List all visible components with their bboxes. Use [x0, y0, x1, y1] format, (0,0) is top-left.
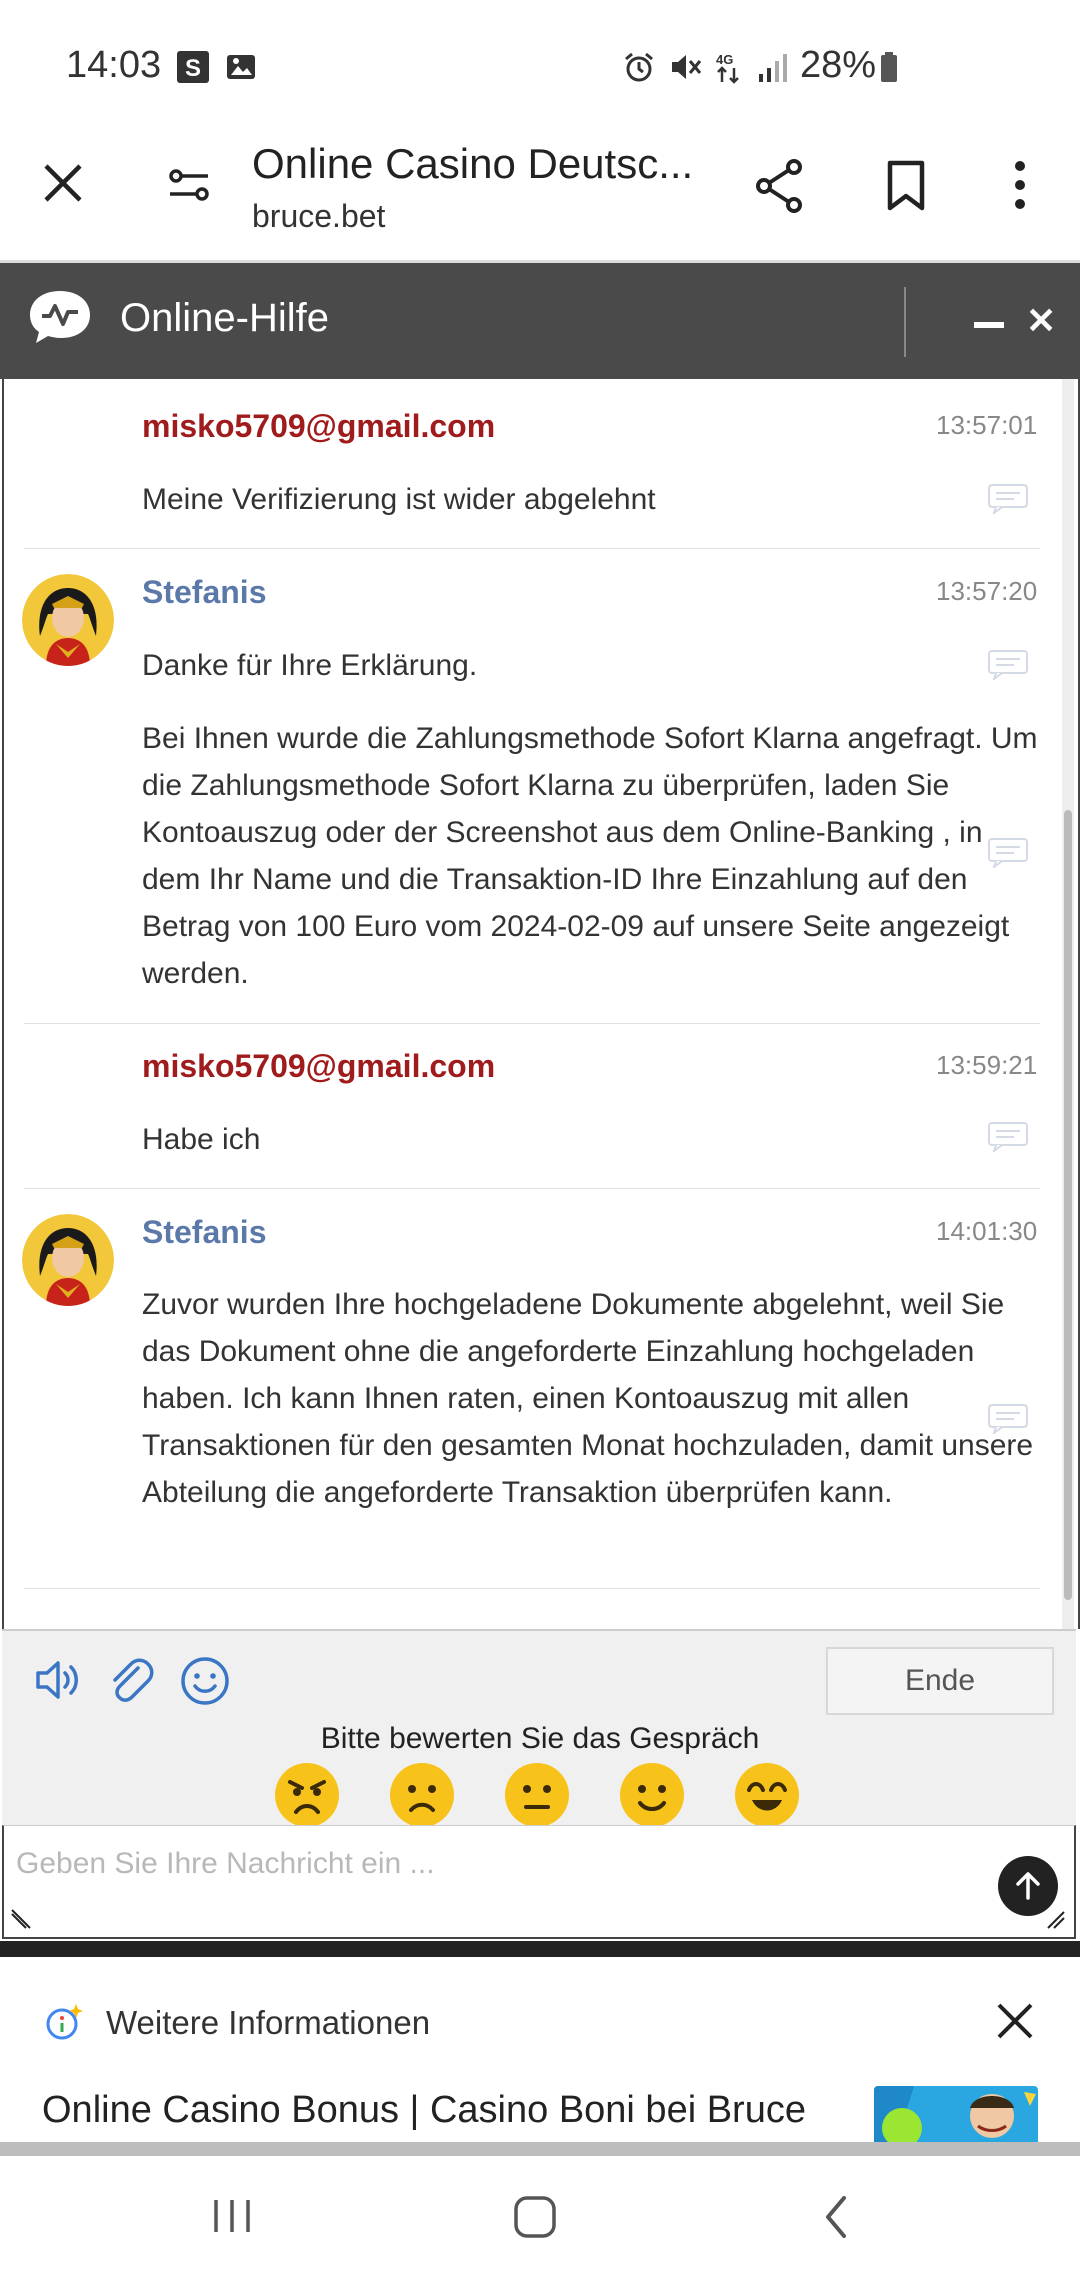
end-chat-button[interactable]: Ende [826, 1647, 1054, 1715]
message-divider [24, 548, 1040, 549]
battery-level: 28% [800, 44, 877, 86]
chat-title: Online-Hilfe [120, 296, 329, 340]
message-time: 13:57:20 [936, 576, 1038, 606]
chat-bubble-icon [988, 484, 1028, 514]
mute-icon [672, 55, 702, 79]
message-text: Meine Verifizierung ist wider abgelehnt [142, 483, 656, 516]
arrow-up-icon [1016, 1872, 1040, 1900]
svg-text:4G: 4G [716, 52, 733, 67]
recent-apps-icon[interactable] [210, 2196, 254, 2236]
resize-handle-icon[interactable] [10, 1908, 32, 1930]
close-icon[interactable] [990, 1996, 1040, 2046]
status-bar [0, 0, 1080, 130]
header-divider [904, 287, 906, 357]
message-time: 13:57:01 [936, 410, 1038, 440]
result-thumbnail[interactable] [874, 2086, 1038, 2150]
message-time: 14:01:30 [936, 1216, 1038, 1246]
close-icon[interactable] [40, 160, 86, 206]
message-text: Danke für Ihre Erklärung. [142, 649, 478, 682]
chat-bubble-icon [988, 1122, 1028, 1152]
share-icon[interactable] [754, 158, 806, 214]
info-sparkle-icon [46, 2004, 83, 2040]
message-text: Zuvor wurden Ihre hochgeladene Dokumente… [142, 1288, 1034, 1509]
back-icon[interactable] [820, 2194, 852, 2240]
page-title: Online Casino Deutsc... [252, 140, 694, 187]
alarm-icon [625, 52, 653, 82]
message-sender: misko5709@gmail.com [142, 1048, 496, 1084]
rating-neutral-emoji[interactable] [504, 1762, 570, 1828]
message-text: Bei Ihnen wurde die Zahlungsmethode Sofo… [142, 722, 1038, 990]
panel-scrim [0, 2142, 1080, 2156]
message-sender: misko5709@gmail.com [142, 408, 496, 444]
message-divider [24, 1188, 1040, 1189]
message-divider [24, 1588, 1040, 1589]
message-divider [24, 1023, 1040, 1024]
chat-scrollbar-thumb[interactable] [1064, 810, 1072, 1600]
rating-prompt: Bitte bewerten Sie das Gespräch [320, 1722, 760, 1755]
site-settings-icon[interactable] [166, 162, 212, 208]
result-title[interactable]: Online Casino Bonus | Casino Boni bei Br… [42, 2086, 822, 2150]
message-input[interactable] [14, 1838, 978, 1890]
4g-icon: 4G [716, 52, 739, 84]
home-icon[interactable] [512, 2194, 558, 2240]
rating-sad-emoji[interactable] [389, 1762, 455, 1828]
message-time: 13:59:21 [936, 1050, 1038, 1080]
page-url[interactable]: bruce.bet [252, 198, 385, 235]
svg-text:S: S [185, 55, 201, 82]
sound-icon[interactable] [34, 1656, 86, 1704]
signal-icon [759, 54, 787, 82]
chat-logo-icon [30, 291, 90, 343]
chat-bubble-icon [988, 1404, 1028, 1434]
minimize-button[interactable] [974, 322, 1004, 328]
message-text: Habe ich [142, 1123, 261, 1156]
background-page-strip [0, 1941, 1080, 1957]
s-app-icon: S [177, 51, 209, 83]
agent-avatar [22, 1214, 114, 1306]
chat-bubble-icon [988, 838, 1028, 868]
battery-icon [881, 52, 897, 82]
emoji-picker-icon[interactable] [180, 1656, 230, 1706]
rating-love-emoji[interactable] [734, 1762, 800, 1828]
status-time: 14:03 [66, 44, 162, 86]
image-icon [227, 55, 255, 79]
more-icon[interactable] [1008, 160, 1032, 210]
info-panel-title: Weitere Informationen [106, 2004, 431, 2041]
attachment-icon[interactable] [108, 1656, 154, 1704]
rating-angry-emoji[interactable] [274, 1762, 340, 1828]
close-chat-button[interactable]: ✕ [1026, 300, 1056, 342]
rating-happy-emoji[interactable] [619, 1762, 685, 1828]
resize-handle-icon[interactable] [1046, 1910, 1066, 1930]
message-sender: Stefanis [142, 574, 267, 610]
agent-avatar [22, 574, 114, 666]
bookmark-icon[interactable] [886, 160, 926, 212]
chat-bubble-icon [988, 650, 1028, 680]
message-sender: Stefanis [142, 1214, 267, 1250]
